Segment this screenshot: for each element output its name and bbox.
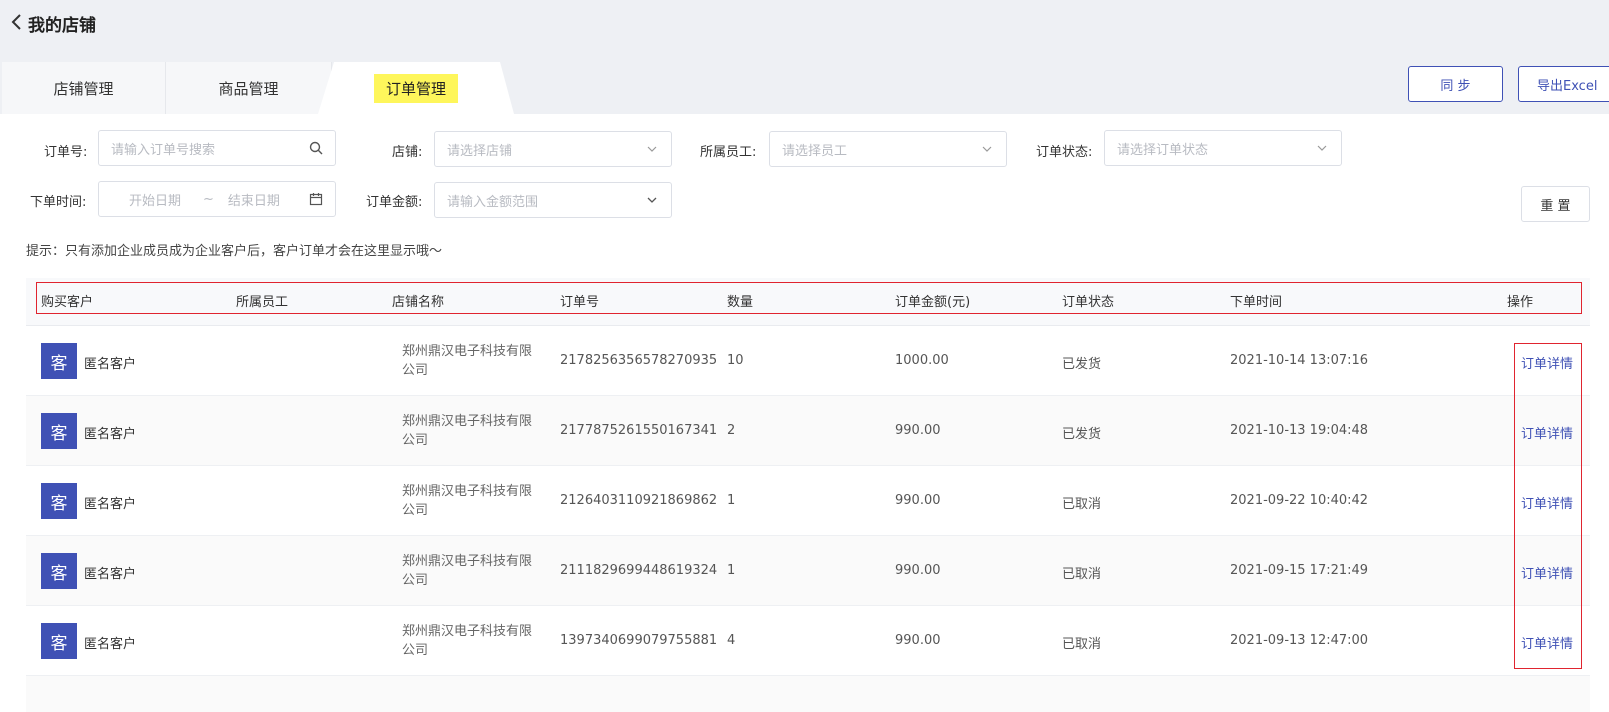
amount-placeholder: 请输入金额范围: [447, 194, 539, 210]
order-time: 2021-10-14 13:07:16: [1230, 353, 1369, 368]
table-row: 客 匿名客户 郑州鼎汉电子科技有限 公司 2111829699448619324 …: [26, 536, 1590, 606]
order-amount: 990.00: [895, 563, 941, 578]
table-row: 客 匿名客户 郑州鼎汉电子科技有限 公司 2126403110921869862 …: [26, 466, 1590, 536]
order-status: 已取消: [1062, 497, 1102, 512]
order-status: 已取消: [1062, 637, 1102, 652]
quantity: 4: [727, 633, 736, 648]
search-icon[interactable]: [309, 141, 323, 155]
table-row: 客 匿名客户 郑州鼎汉电子科技有限 公司 2177875261550167341 …: [26, 396, 1590, 466]
date-range-separator: ~: [203, 191, 214, 207]
table-row: 客 匿名客户 郑州鼎汉电子科技有限 公司 1397340699079755881 …: [26, 606, 1590, 676]
customer-avatar: 客: [41, 553, 77, 589]
tab-label: 店铺管理: [53, 79, 114, 98]
status-label: 订单状态:: [1036, 145, 1093, 160]
hint-text: 提示：只有添加企业成员成为企业客户后，客户订单才会在这里显示哦～: [26, 244, 443, 259]
shop-name-line: 郑州鼎汉电子科技有限: [402, 624, 533, 639]
shop-placeholder: 请选择店铺: [447, 143, 513, 159]
customer-name: 匿名客户: [84, 427, 137, 442]
shop-name-line: 公司: [402, 433, 429, 448]
customer-name: 匿名客户: [84, 567, 137, 582]
order-time: 2021-09-13 12:47:00: [1230, 633, 1369, 648]
action-column-highlight-box: [1514, 343, 1582, 669]
start-date-placeholder[interactable]: 开始日期: [129, 190, 181, 209]
amount-range-select[interactable]: 请输入金额范围: [434, 182, 672, 218]
order-status: 已取消: [1062, 567, 1102, 582]
reset-button[interactable]: 重 置: [1521, 186, 1590, 222]
chevron-down-icon: [647, 146, 657, 152]
customer-name: 匿名客户: [84, 497, 137, 512]
page-title: 我的店铺: [28, 16, 96, 36]
tab-label: 商品管理: [218, 79, 279, 98]
tab-product-management[interactable]: 商品管理: [166, 62, 332, 114]
shop-select[interactable]: 请选择店铺: [434, 131, 672, 167]
tab-bar: 店铺管理 商品管理 订单管理: [0, 62, 520, 114]
quantity: 1: [727, 563, 736, 578]
shop-name-line: 郑州鼎汉电子科技有限: [402, 344, 533, 359]
order-number: 2178256356578270935: [560, 353, 718, 368]
shop-label: 店铺:: [392, 145, 423, 160]
customer-name: 匿名客户: [84, 637, 137, 652]
order-status: 已发货: [1062, 427, 1102, 442]
shop-name-line: 公司: [402, 503, 429, 518]
order-time: 2021-09-15 17:21:49: [1230, 563, 1369, 578]
shop-name: 郑州鼎汉电子科技有限 公司: [402, 622, 542, 660]
export-excel-button[interactable]: 导出Excel: [1518, 66, 1609, 102]
order-number: 1397340699079755881: [560, 633, 718, 648]
top-bar: 我的店铺: [0, 0, 1609, 48]
order-time: 2021-10-13 19:04:48: [1230, 423, 1369, 438]
shop-name: 郑州鼎汉电子科技有限 公司: [402, 552, 542, 590]
table-row: 客 匿名客户 郑州鼎汉电子科技有限 公司 2178256356578270935 …: [26, 326, 1590, 396]
shop-name-line: 郑州鼎汉电子科技有限: [402, 484, 533, 499]
quantity: 1: [727, 493, 736, 508]
order-number: 2126403110921869862: [560, 493, 718, 508]
sync-button[interactable]: 同 步: [1408, 66, 1503, 102]
customer-avatar: 客: [41, 483, 77, 519]
end-date-placeholder[interactable]: 结束日期: [228, 190, 280, 209]
chevron-left-icon[interactable]: [8, 12, 26, 32]
shop-name-line: 郑州鼎汉电子科技有限: [402, 554, 533, 569]
shop-name-line: 郑州鼎汉电子科技有限: [402, 414, 533, 429]
shop-name-line: 公司: [402, 363, 429, 378]
chevron-down-icon: [647, 197, 657, 203]
order-time: 2021-09-22 10:40:42: [1230, 493, 1369, 508]
amount-label: 订单金额:: [366, 195, 423, 210]
customer-name: 匿名客户: [84, 357, 137, 372]
table-row-partial: [26, 676, 1590, 712]
order-no-placeholder: 请输入订单号搜索: [111, 142, 216, 158]
order-no-label: 订单号:: [44, 145, 88, 160]
order-status: 已发货: [1062, 357, 1102, 372]
shop-name-line: 公司: [402, 573, 429, 588]
order-amount: 990.00: [895, 633, 941, 648]
quantity: 2: [727, 423, 736, 438]
customer-avatar: 客: [41, 413, 77, 449]
order-date-range-picker[interactable]: 开始日期 ~ 结束日期: [98, 181, 336, 217]
chevron-down-icon: [1317, 145, 1327, 151]
order-amount: 990.00: [895, 423, 941, 438]
order-amount: 1000.00: [895, 353, 949, 368]
staff-label: 所属员工:: [700, 145, 757, 160]
staff-select[interactable]: 请选择员工: [769, 131, 1007, 167]
quantity: 10: [727, 353, 744, 368]
status-placeholder: 请选择订单状态: [1117, 142, 1209, 158]
customer-avatar: 客: [41, 343, 77, 379]
tab-label: 订单管理: [373, 73, 458, 103]
order-number: 2111829699448619324: [560, 563, 718, 578]
tab-shop-management[interactable]: 店铺管理: [2, 62, 166, 114]
customer-avatar: 客: [41, 623, 77, 659]
shop-name: 郑州鼎汉电子科技有限 公司: [402, 342, 542, 380]
calendar-icon[interactable]: [309, 192, 323, 206]
order-number: 2177875261550167341: [560, 423, 718, 438]
staff-placeholder: 请选择员工: [782, 143, 848, 159]
order-time-label: 下单时间:: [30, 195, 87, 210]
shop-name: 郑州鼎汉电子科技有限 公司: [402, 482, 542, 520]
tab-order-management[interactable]: 订单管理: [318, 62, 514, 114]
status-select[interactable]: 请选择订单状态: [1104, 130, 1342, 166]
shop-name: 郑州鼎汉电子科技有限 公司: [402, 412, 542, 450]
chevron-down-icon: [982, 146, 992, 152]
shop-name-line: 公司: [402, 643, 429, 658]
header-highlight-box: [36, 282, 1582, 314]
order-amount: 990.00: [895, 493, 941, 508]
order-no-search-input[interactable]: 请输入订单号搜索: [98, 130, 336, 166]
order-panel: 订单号: 请输入订单号搜索 店铺: 请选择店铺 所属员工: 请选择员工 订单状态…: [0, 114, 1609, 712]
